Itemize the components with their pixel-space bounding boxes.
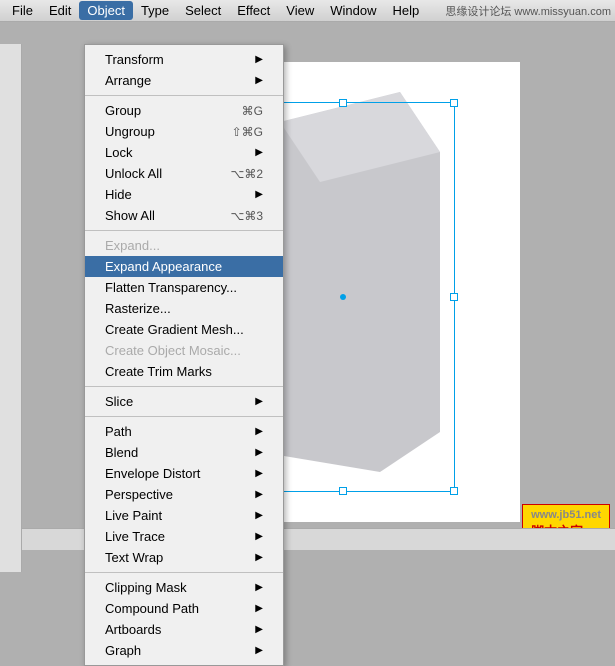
object-dropdown-menu: Transform ▶ Arrange ▶ Group ⌘G Ungroup ⇧… <box>84 44 284 666</box>
submenu-arrow: ▶ <box>255 396 263 407</box>
menu-item-artboards[interactable]: Artboards ▶ <box>85 619 283 640</box>
separator-2 <box>85 230 283 231</box>
submenu-arrow: ▶ <box>255 624 263 635</box>
submenu-arrow: ▶ <box>255 603 263 614</box>
menu-item-path[interactable]: Path ▶ <box>85 421 283 442</box>
menu-item-unlock-all[interactable]: Unlock All ⌥⌘2 <box>85 163 283 184</box>
menu-item-slice[interactable]: Slice ▶ <box>85 391 283 412</box>
menu-item-live-paint[interactable]: Live Paint ▶ <box>85 505 283 526</box>
menu-type[interactable]: Type <box>133 1 177 20</box>
menu-item-text-wrap[interactable]: Text Wrap ▶ <box>85 547 283 568</box>
menu-item-rasterize[interactable]: Rasterize... <box>85 298 283 319</box>
watermark-top: 思缘设计论坛 www.missyuan.com <box>445 3 611 19</box>
menu-item-blend[interactable]: Blend ▶ <box>85 442 283 463</box>
handle-tc[interactable] <box>339 99 347 107</box>
separator-4 <box>85 416 283 417</box>
menu-effect[interactable]: Effect <box>229 1 278 20</box>
submenu-arrow: ▶ <box>255 189 263 200</box>
separator-1 <box>85 95 283 96</box>
menu-item-create-gradient-mesh[interactable]: Create Gradient Mesh... <box>85 319 283 340</box>
submenu-arrow: ▶ <box>255 645 263 656</box>
menu-item-envelope-distort[interactable]: Envelope Distort ▶ <box>85 463 283 484</box>
menu-item-ungroup[interactable]: Ungroup ⇧⌘G <box>85 121 283 142</box>
submenu-arrow: ▶ <box>255 582 263 593</box>
submenu-arrow: ▶ <box>255 147 263 158</box>
menubar: File Edit Object Type Select Effect View… <box>0 0 615 22</box>
submenu-arrow: ▶ <box>255 489 263 500</box>
menu-item-lock[interactable]: Lock ▶ <box>85 142 283 163</box>
submenu-arrow: ▶ <box>255 468 263 479</box>
handle-br[interactable] <box>450 487 458 495</box>
menu-item-expand-appearance[interactable]: Expand Appearance <box>85 256 283 277</box>
separator-3 <box>85 386 283 387</box>
menu-help[interactable]: Help <box>384 1 427 20</box>
canvas-area: Transform ▶ Arrange ▶ Group ⌘G Ungroup ⇧… <box>0 22 615 550</box>
menu-view[interactable]: View <box>278 1 322 20</box>
menu-item-perspective[interactable]: Perspective ▶ <box>85 484 283 505</box>
menu-window[interactable]: Window <box>322 1 384 20</box>
menu-object[interactable]: Object <box>79 1 133 20</box>
menu-item-transform[interactable]: Transform ▶ <box>85 49 283 70</box>
submenu-arrow: ▶ <box>255 531 263 542</box>
menu-edit[interactable]: Edit <box>41 1 79 20</box>
menu-item-create-object-mosaic[interactable]: Create Object Mosaic... <box>85 340 283 361</box>
separator-5 <box>85 572 283 573</box>
handle-mr[interactable] <box>450 293 458 301</box>
submenu-arrow: ▶ <box>255 447 263 458</box>
handle-bc[interactable] <box>339 487 347 495</box>
left-panel <box>0 44 22 572</box>
menu-item-group[interactable]: Group ⌘G <box>85 100 283 121</box>
menu-item-show-all[interactable]: Show All ⌥⌘3 <box>85 205 283 226</box>
submenu-arrow: ▶ <box>255 552 263 563</box>
menu-item-compound-path[interactable]: Compound Path ▶ <box>85 598 283 619</box>
handle-tr[interactable] <box>450 99 458 107</box>
menu-item-create-trim-marks[interactable]: Create Trim Marks <box>85 361 283 382</box>
menu-item-live-trace[interactable]: Live Trace ▶ <box>85 526 283 547</box>
menu-select[interactable]: Select <box>177 1 229 20</box>
menu-item-flatten-transparency[interactable]: Flatten Transparency... <box>85 277 283 298</box>
menu-item-hide[interactable]: Hide ▶ <box>85 184 283 205</box>
menu-item-clipping-mask[interactable]: Clipping Mask ▶ <box>85 577 283 598</box>
submenu-arrow: ▶ <box>255 75 263 86</box>
submenu-arrow: ▶ <box>255 54 263 65</box>
submenu-arrow: ▶ <box>255 426 263 437</box>
center-point <box>340 294 346 300</box>
menu-file[interactable]: File <box>4 1 41 20</box>
menu-item-expand[interactable]: Expand... <box>85 235 283 256</box>
menu-item-graph[interactable]: Graph ▶ <box>85 640 283 661</box>
menu-item-arrange[interactable]: Arrange ▶ <box>85 70 283 91</box>
submenu-arrow: ▶ <box>255 510 263 521</box>
